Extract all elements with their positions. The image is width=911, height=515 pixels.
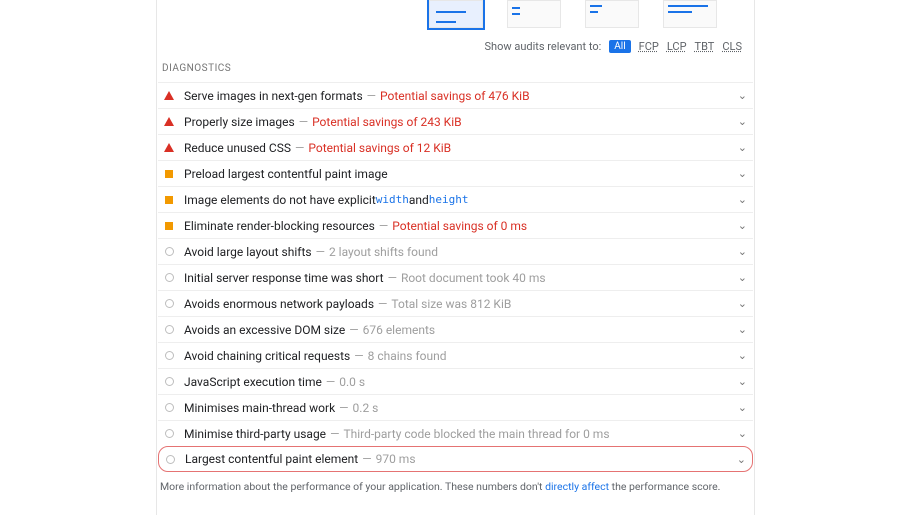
circle-icon bbox=[165, 247, 174, 256]
chevron-down-icon: ⌄ bbox=[738, 219, 747, 232]
filmstrip bbox=[157, 0, 754, 30]
triangle-icon bbox=[164, 143, 174, 152]
filter-fcp[interactable]: FCP bbox=[639, 40, 659, 53]
audit-detail: Potential savings of 12 KiB bbox=[308, 141, 451, 155]
filter-lcp[interactable]: LCP bbox=[667, 40, 687, 53]
audit-row[interactable]: Avoids an excessive DOM size—676 element… bbox=[158, 316, 753, 342]
audit-title: Avoids an excessive DOM size bbox=[184, 323, 345, 337]
audit-title: Avoid large layout shifts bbox=[184, 245, 312, 259]
audit-row[interactable]: Largest contentful paint element—970 ms⌄ bbox=[158, 446, 753, 472]
chevron-down-icon: ⌄ bbox=[738, 349, 747, 362]
chevron-down-icon: ⌄ bbox=[738, 401, 747, 414]
filter-all[interactable]: All bbox=[609, 40, 630, 53]
audit-title: Preload largest contentful paint image bbox=[184, 167, 388, 181]
audit-row[interactable]: Avoid chaining critical requests—8 chain… bbox=[158, 342, 753, 368]
thumb-blank bbox=[195, 0, 249, 28]
audit-filter-bar: Show audits relevant to: All FCP LCP TBT… bbox=[157, 30, 754, 59]
audit-detail: 970 ms bbox=[376, 452, 416, 466]
filter-cls[interactable]: CLS bbox=[722, 40, 742, 53]
audit-detail: Root document took 40 ms bbox=[401, 271, 546, 285]
audit-row[interactable]: Properly size images—Potential savings o… bbox=[158, 108, 753, 134]
audit-detail: Potential savings of 0 ms bbox=[392, 219, 527, 233]
audit-title: Reduce unused CSS bbox=[184, 141, 291, 155]
audit-detail: 8 chains found bbox=[368, 349, 447, 363]
circle-icon bbox=[165, 325, 174, 334]
footer-link[interactable]: directly affect bbox=[545, 480, 609, 493]
audit-detail: 0.2 s bbox=[353, 401, 379, 415]
filter-label: Show audits relevant to: bbox=[485, 40, 602, 53]
chevron-down-icon: ⌄ bbox=[738, 271, 747, 284]
audit-row[interactable]: Avoids enormous network payloads—Total s… bbox=[158, 290, 753, 316]
thumb-selected[interactable] bbox=[429, 0, 483, 28]
audit-row[interactable]: Initial server response time was short—R… bbox=[158, 264, 753, 290]
triangle-icon bbox=[164, 91, 174, 100]
circle-icon bbox=[165, 403, 174, 412]
filter-tbt[interactable]: TBT bbox=[695, 40, 715, 53]
chevron-down-icon: ⌄ bbox=[738, 167, 747, 180]
audit-row[interactable]: Reduce unused CSS—Potential savings of 1… bbox=[158, 134, 753, 160]
footer-note: More information about the performance o… bbox=[158, 472, 753, 493]
audit-detail: 0.0 s bbox=[339, 375, 365, 389]
audit-title: Properly size images bbox=[184, 115, 295, 129]
audit-title: Avoid chaining critical requests bbox=[184, 349, 350, 363]
audit-title: Minimises main-thread work bbox=[184, 401, 335, 415]
audit-row[interactable]: JavaScript execution time—0.0 s⌄ bbox=[158, 368, 753, 394]
audit-row[interactable]: Preload largest contentful paint image ⌄ bbox=[158, 160, 753, 186]
audit-title: JavaScript execution time bbox=[184, 375, 322, 389]
audit-row[interactable]: Minimises main-thread work—0.2 s⌄ bbox=[158, 394, 753, 420]
chevron-down-icon: ⌄ bbox=[738, 427, 747, 440]
circle-icon bbox=[166, 455, 175, 464]
audit-title: Largest contentful paint element bbox=[185, 452, 358, 466]
audit-row[interactable]: Minimise third-party usage—Third-party c… bbox=[158, 420, 753, 446]
code-token: width bbox=[376, 193, 409, 206]
audit-detail: 2 layout shifts found bbox=[329, 245, 438, 259]
thumb-blank bbox=[273, 0, 327, 28]
circle-icon bbox=[165, 377, 174, 386]
circle-icon bbox=[165, 299, 174, 308]
audit-title: Image elements do not have explicit bbox=[184, 193, 376, 207]
square-icon bbox=[165, 222, 173, 230]
circle-icon bbox=[165, 273, 174, 282]
circle-icon bbox=[165, 429, 174, 438]
audit-row[interactable]: Avoid large layout shifts—2 layout shift… bbox=[158, 238, 753, 264]
chevron-down-icon: ⌄ bbox=[738, 297, 747, 310]
audit-row[interactable]: Image elements do not have explicit widt… bbox=[158, 186, 753, 212]
chevron-down-icon: ⌄ bbox=[738, 141, 747, 154]
square-icon bbox=[165, 170, 173, 178]
section-title: DIAGNOSTICS bbox=[158, 59, 753, 82]
audit-detail: Potential savings of 476 KiB bbox=[380, 89, 530, 103]
audit-detail: Total size was 812 KiB bbox=[391, 297, 511, 311]
audit-title: Minimise third-party usage bbox=[184, 427, 326, 441]
audit-row[interactable]: Eliminate render-blocking resources—Pote… bbox=[158, 212, 753, 238]
chevron-down-icon: ⌄ bbox=[738, 193, 747, 206]
audit-detail: 676 elements bbox=[363, 323, 436, 337]
chevron-down-icon: ⌄ bbox=[738, 375, 747, 388]
triangle-icon bbox=[164, 117, 174, 126]
chevron-down-icon: ⌄ bbox=[737, 453, 746, 466]
audit-title: Avoids enormous network payloads bbox=[184, 297, 374, 311]
audit-detail: Potential savings of 243 KiB bbox=[312, 115, 462, 129]
square-icon bbox=[165, 196, 173, 204]
thumb[interactable] bbox=[585, 0, 639, 28]
thumb[interactable] bbox=[507, 0, 561, 28]
code-token: height bbox=[429, 193, 469, 206]
circle-icon bbox=[165, 351, 174, 360]
audit-title: Initial server response time was short bbox=[184, 271, 384, 285]
thumb-blank bbox=[351, 0, 405, 28]
chevron-down-icon: ⌄ bbox=[738, 115, 747, 128]
audit-row[interactable]: Serve images in next-gen formats—Potenti… bbox=[158, 82, 753, 108]
chevron-down-icon: ⌄ bbox=[738, 323, 747, 336]
chevron-down-icon: ⌄ bbox=[738, 245, 747, 258]
audit-title: Serve images in next-gen formats bbox=[184, 89, 363, 103]
audit-title: Eliminate render-blocking resources bbox=[184, 219, 375, 233]
chevron-down-icon: ⌄ bbox=[738, 89, 747, 102]
audit-detail: Third-party code blocked the main thread… bbox=[343, 427, 609, 441]
thumb[interactable] bbox=[663, 0, 717, 28]
